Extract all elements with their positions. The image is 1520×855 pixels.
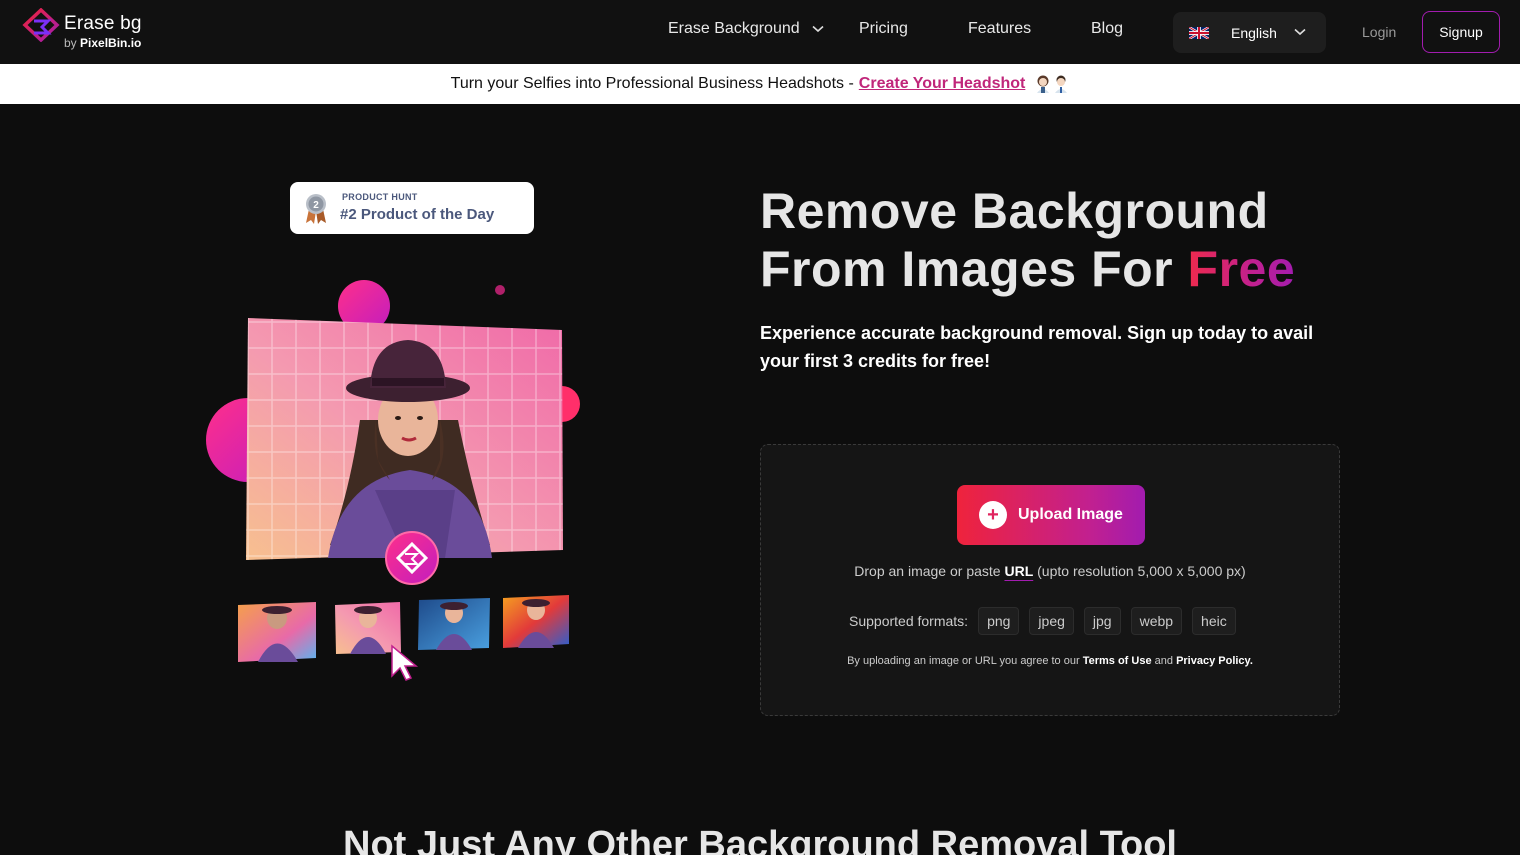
hero-illustration	[206, 280, 580, 681]
nav-pricing-label: Pricing	[859, 20, 908, 37]
erase-bg-logo-icon	[22, 8, 60, 42]
promo-banner: Turn your Selfies into Professional Busi…	[0, 64, 1520, 104]
promo-text: Turn your Selfies into Professional Busi…	[450, 75, 854, 92]
product-of-day-label: #2 Product of the Day	[340, 206, 495, 223]
hero-title-line1: Remove Background	[760, 183, 1269, 239]
uk-flag-icon	[1189, 26, 1209, 39]
language-label: English	[1231, 24, 1277, 41]
login-link[interactable]: Login	[1362, 24, 1396, 40]
format-chip: heic	[1192, 607, 1236, 635]
top-navbar: Erase bg by PixelBin.io Erase Background…	[0, 0, 1520, 64]
hero-title-highlight: Free	[1187, 241, 1296, 297]
format-chip: png	[978, 607, 1020, 635]
thumbnail-colorful	[503, 595, 569, 648]
logo-subtitle: by PixelBin.io	[64, 36, 142, 50]
section-title: Not Just Any Other Background Removal To…	[343, 824, 1177, 855]
nav-erase-background[interactable]: Erase Background	[668, 20, 824, 38]
create-headshot-link[interactable]: Create Your Headshot	[859, 75, 1026, 93]
chevron-down-icon	[812, 25, 824, 33]
drop-instructions: Drop an image or paste URL (upto resolut…	[854, 563, 1246, 579]
formats-label: Supported formats:	[849, 613, 969, 629]
medal-icon: 2	[306, 194, 326, 224]
format-chip: jpg	[1083, 607, 1121, 635]
upload-image-button[interactable]: + Upload Image	[957, 485, 1145, 545]
upload-terms: By uploading an image or URL you agree t…	[847, 655, 1253, 667]
erase-bg-badge-icon	[385, 531, 439, 585]
thumbnail-pink	[335, 602, 401, 654]
nav-blog[interactable]: Blog	[1091, 20, 1123, 38]
nav-features-label: Features	[968, 20, 1032, 37]
photo-card	[246, 318, 563, 560]
nav-pricing[interactable]: Pricing	[859, 20, 908, 38]
upload-dropzone[interactable]: + Upload Image Drop an image or paste UR…	[760, 444, 1340, 716]
man-office-worker-icon	[1055, 75, 1068, 93]
nav-features[interactable]: Features	[968, 20, 1031, 38]
upload-image-label: Upload Image	[1018, 506, 1123, 523]
decor-dot	[495, 285, 505, 295]
nav-erase-background-label: Erase Background	[668, 20, 800, 37]
promo-emoji	[1035, 75, 1069, 93]
supported-formats: Supported formats: png jpeg jpg webp hei…	[849, 607, 1246, 635]
thumbnail-blue	[418, 598, 490, 650]
product-hunt-label: PRODUCT HUNT	[342, 192, 418, 202]
terms-of-use-link[interactable]: Terms of Use	[1083, 655, 1152, 667]
format-chip: webp	[1130, 607, 1183, 635]
privacy-policy-link[interactable]: Privacy Policy.	[1176, 655, 1253, 667]
signup-button[interactable]: Signup	[1422, 11, 1500, 53]
erase-bg-logo[interactable]: Erase bg by PixelBin.io	[22, 8, 142, 49]
cursor-arrow-icon	[391, 644, 419, 681]
product-hunt-badge[interactable]: 2 PRODUCT HUNT #2 Product of the Day	[290, 182, 534, 234]
hero-title: Remove Background From Images For Free	[760, 182, 1295, 298]
chevron-down-icon	[1294, 28, 1306, 36]
hero-subtitle: Experience accurate background removal. …	[760, 323, 1314, 371]
format-chip: jpeg	[1029, 607, 1074, 635]
paste-url-link[interactable]: URL	[1004, 563, 1033, 579]
thumbnail-sunset	[238, 602, 316, 662]
logo-title: Erase bg	[64, 13, 142, 34]
hero-title-line2: From Images For	[760, 241, 1174, 297]
svg-text:2: 2	[313, 200, 319, 211]
language-selector[interactable]: English	[1173, 12, 1326, 53]
plus-icon: +	[979, 501, 1007, 529]
nav-blog-label: Blog	[1091, 20, 1124, 37]
woman-office-worker-icon	[1037, 75, 1050, 93]
